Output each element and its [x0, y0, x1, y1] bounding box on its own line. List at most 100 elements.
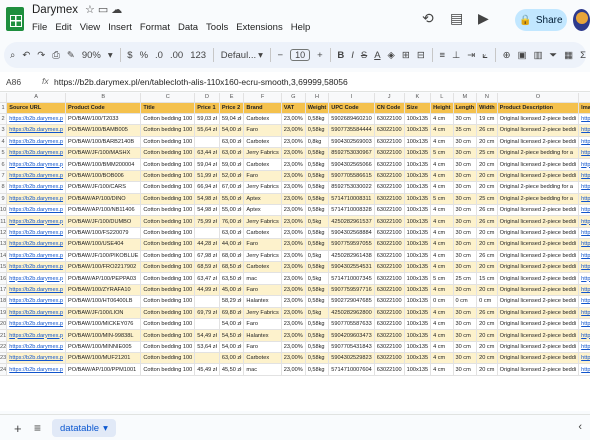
cell[interactable]: 23,00% — [281, 181, 306, 194]
cell[interactable]: 100x135 — [404, 318, 432, 331]
menu-extensions[interactable]: Extensions — [236, 22, 282, 33]
sheets-logo-icon[interactable] — [6, 7, 24, 31]
row-number[interactable]: 9 — [0, 193, 8, 206]
cell[interactable]: 59,03 zł — [194, 113, 220, 126]
cell[interactable]: https://b2b.da — [578, 136, 590, 149]
cell[interactable]: Cotton bedding 100 — [140, 158, 196, 171]
cell[interactable]: 100x135 — [404, 170, 432, 183]
cell[interactable]: Original licensed 2-piece beddi — [497, 284, 580, 297]
header-cell[interactable]: Length — [453, 102, 478, 114]
cell[interactable]: 66,94 zł — [194, 181, 220, 194]
cell[interactable]: 54,00 zł — [219, 124, 245, 137]
cell[interactable]: 63,50 zł — [219, 272, 245, 285]
cell[interactable]: https://b2b.da — [578, 352, 590, 365]
cell[interactable]: 4 cm — [430, 284, 454, 297]
cell[interactable]: 63022100 — [374, 147, 405, 160]
cell[interactable]: Cotton bedding 100 — [140, 261, 196, 274]
cell[interactable]: Original licensed 2-piece beddi — [497, 295, 580, 308]
cell[interactable]: 5714710007345 — [328, 272, 375, 285]
menu-format[interactable]: Format — [140, 22, 170, 33]
cell[interactable]: https://b2b.darymex.p — [6, 215, 67, 228]
bold-button[interactable]: B — [337, 50, 344, 61]
cell[interactable]: 20 cm — [476, 352, 498, 365]
cell[interactable]: 5904302529823 — [328, 352, 375, 365]
menu-help[interactable]: Help — [291, 22, 311, 33]
avatar[interactable] — [573, 9, 590, 31]
cell[interactable]: 23,00% — [281, 113, 306, 126]
row-number[interactable]: 11 — [0, 215, 8, 228]
cell[interactable]: 30 cm — [453, 158, 478, 171]
number-format-button[interactable]: 123 — [190, 50, 206, 61]
menu-insert[interactable]: Insert — [108, 22, 132, 33]
cell[interactable]: 20 cm — [476, 238, 498, 251]
cell[interactable]: 63022100 — [374, 261, 405, 274]
cell[interactable]: Faro — [243, 341, 282, 354]
cell[interactable]: 0,58kg — [305, 284, 330, 297]
cell[interactable]: 4 cm — [430, 341, 454, 354]
cell[interactable]: 23,00% — [281, 147, 306, 160]
cell[interactable]: 100x135 — [404, 307, 432, 319]
cell[interactable]: PO/BAW/JF/100/LION — [65, 307, 142, 319]
column-header-n[interactable]: N — [476, 93, 498, 103]
cell[interactable]: 5907705587633 — [328, 318, 375, 331]
cell[interactable]: 5907759597055 — [328, 238, 375, 251]
cell[interactable]: Original 2-piece bedding for a — [497, 147, 580, 160]
filter-views-icon[interactable]: ▦ — [564, 50, 573, 61]
cell[interactable]: 63022100 — [374, 272, 405, 285]
cell[interactable]: https://b2b.da — [578, 284, 590, 297]
cell[interactable]: Carbotex — [243, 352, 282, 365]
cell[interactable]: 30 cm — [453, 352, 478, 365]
cell[interactable]: 20 cm — [476, 227, 498, 240]
cell[interactable]: mac — [243, 363, 282, 376]
cell[interactable]: 4 cm — [430, 227, 454, 240]
cell[interactable]: 63022100 — [374, 284, 405, 297]
cell[interactable]: PO/BAW/100/BMM200004 — [65, 158, 142, 171]
cell[interactable]: 63022100 — [374, 136, 405, 149]
cell[interactable]: https://b2b.darymex.p — [6, 261, 67, 274]
cell[interactable]: Cotton bedding 100 — [140, 363, 196, 376]
cell[interactable]: 0,8kg — [305, 136, 330, 149]
zoom-select[interactable]: 90% — [82, 50, 101, 61]
column-header-d[interactable]: D — [194, 93, 220, 103]
cell[interactable]: Cotton bedding 100 — [140, 215, 196, 228]
cell[interactable]: 0,58kg — [305, 238, 330, 251]
cell[interactable]: 5 cm — [430, 272, 454, 285]
cell[interactable]: Jerry Fabrics — [243, 250, 282, 262]
cell[interactable]: 0,58kg — [305, 227, 330, 240]
cell[interactable]: 100x135 — [404, 193, 432, 206]
cell[interactable]: 15 cm — [476, 272, 498, 285]
header-cell[interactable]: Height — [430, 102, 454, 114]
cell[interactable]: 20 cm — [476, 170, 498, 183]
column-header-a[interactable]: A — [6, 93, 67, 103]
cell[interactable]: 23,00% — [281, 272, 306, 285]
paint-format-icon[interactable]: ✎ — [67, 50, 75, 61]
cell[interactable]: 69,80 zł — [219, 307, 245, 319]
decrease-decimal-button[interactable]: .0 — [155, 50, 163, 61]
menu-edit[interactable]: Edit — [55, 22, 71, 33]
cell[interactable]: Original licensed 2-piece beddi — [497, 272, 580, 285]
column-header-l[interactable]: L — [430, 93, 454, 103]
header-cell[interactable]: Source URL — [6, 102, 67, 114]
comments-icon[interactable]: ▤ — [450, 10, 463, 27]
cell[interactable]: 25 cm — [476, 147, 498, 160]
cell[interactable]: 0,58kg — [305, 204, 330, 217]
cell[interactable] — [194, 295, 220, 308]
share-button[interactable]: 🔒 Share — [515, 9, 567, 31]
cell[interactable]: https://b2b.darymex.p — [6, 250, 67, 262]
cell[interactable]: Cotton bedding 100 — [140, 136, 196, 149]
cell[interactable]: https://b2b.darymex.p — [6, 238, 67, 251]
row-number[interactable]: 1 — [0, 102, 8, 114]
cell[interactable]: 52,00 zł — [219, 170, 245, 183]
name-box[interactable]: A86 — [6, 77, 21, 87]
cell[interactable]: 30 cm — [453, 215, 478, 228]
cell[interactable]: 100x135 — [404, 181, 432, 194]
increase-decimal-button[interactable]: .00 — [170, 50, 183, 61]
cell[interactable]: https://b2b.darymex.p — [6, 204, 67, 217]
cell[interactable]: 20 cm — [476, 136, 498, 149]
cell[interactable]: PO/BAW/JF/100/PIKOBLUE — [65, 250, 142, 262]
move-folder-icon[interactable]: ▭ — [98, 4, 111, 16]
cell[interactable]: 63022100 — [374, 215, 405, 228]
header-cell[interactable]: UPC Code — [328, 102, 375, 114]
cell[interactable]: PO/BAW/100/MICKEY076 — [65, 318, 142, 331]
cell[interactable]: 4 cm — [430, 329, 454, 342]
